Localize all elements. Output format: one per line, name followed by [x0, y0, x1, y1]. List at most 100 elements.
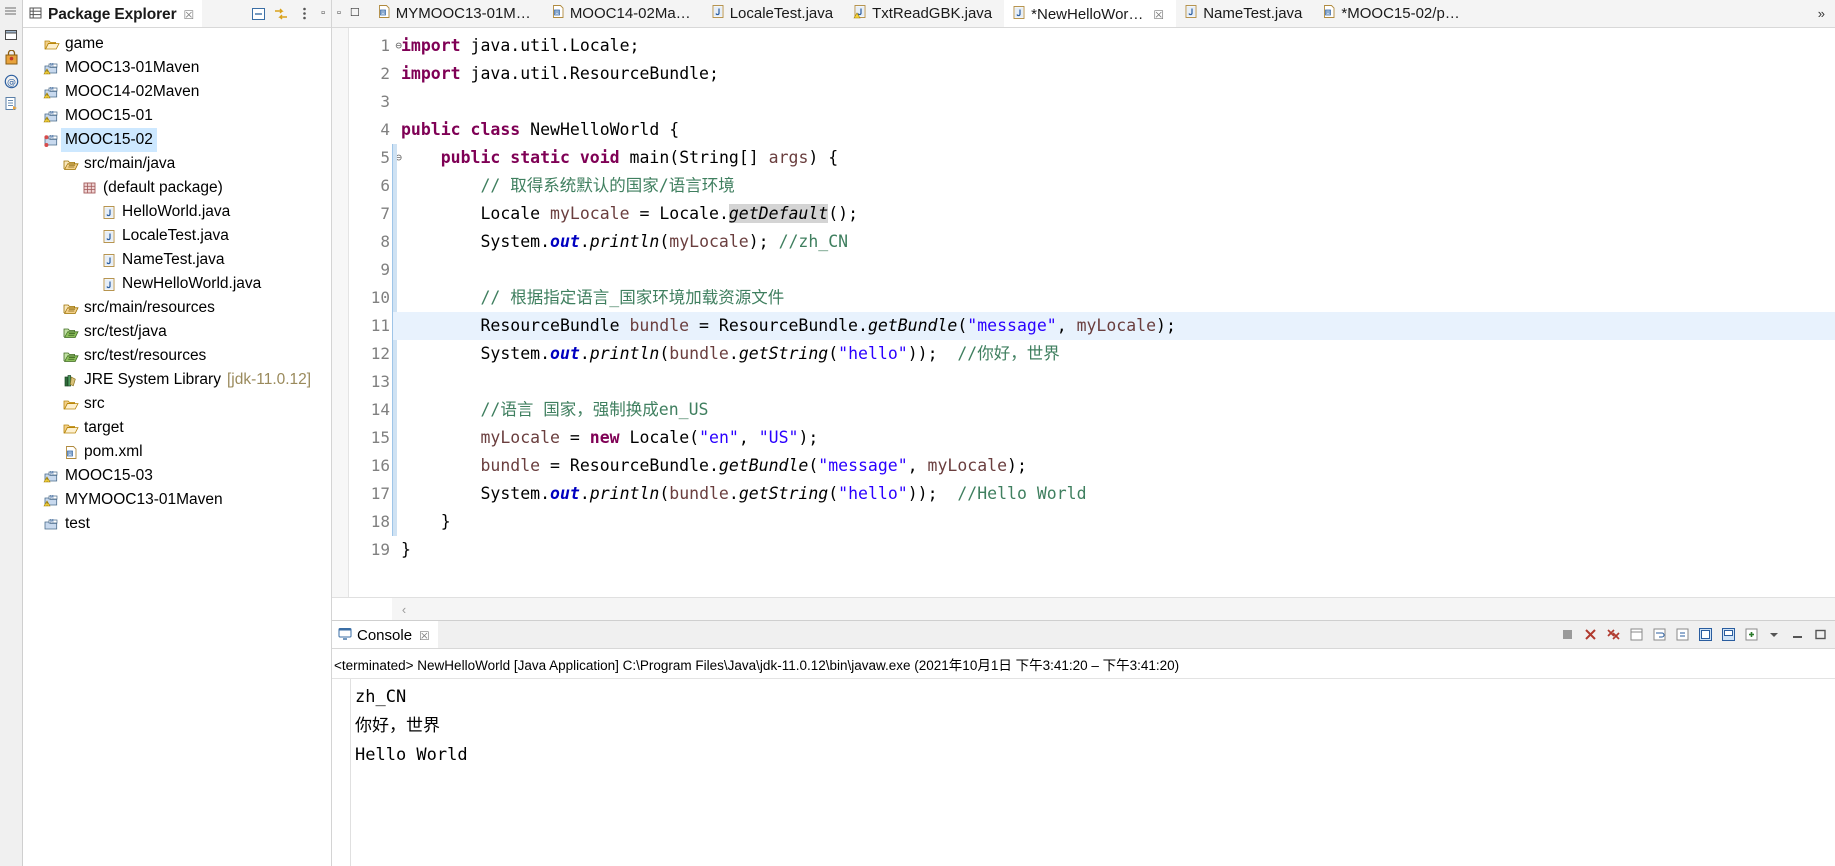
code-editor[interactable]: 1 ⊖ 2 3 4 5 ⊖ 6 7 8 9 10 11 12 13 14 15 16 17 18 19 import j… — [332, 28, 1835, 597]
collapse-all-icon[interactable] — [250, 6, 266, 22]
editor-tab-mymooc13-01m-[interactable]: M MYMOOC13-01M… — [369, 0, 543, 27]
maximize-icon[interactable] — [1812, 626, 1829, 643]
code-line[interactable] — [393, 368, 1835, 396]
tree-item-src-main-java[interactable]: src/main/java — [23, 152, 331, 176]
package-explorer-icon — [29, 6, 43, 24]
tree-item-src-main-resources[interactable]: src/main/resources — [23, 296, 331, 320]
tree-item-target[interactable]: target — [23, 416, 331, 440]
code-line[interactable]: public class NewHelloWorld { — [393, 116, 1835, 144]
tree-item-newhelloworld-java[interactable]: NewHelloWorld.java — [23, 272, 331, 296]
code-line[interactable]: //语言 国家，强制换成en_US — [393, 396, 1835, 424]
code-line[interactable]: } — [393, 508, 1835, 536]
svg-text:M: M — [1327, 10, 1331, 16]
code-line[interactable]: System.out.println(bundle.getString("hel… — [393, 340, 1835, 368]
tab-console[interactable]: Console ☒ — [332, 621, 438, 648]
code-line[interactable] — [393, 88, 1835, 116]
remove-all-icon[interactable] — [1605, 626, 1622, 643]
view-menu-icon[interactable] — [296, 6, 312, 22]
code-line[interactable]: // 根据指定语言_国家环境加载资源文件 — [393, 284, 1835, 312]
restore-perspective-icon[interactable] — [2, 25, 20, 45]
tree-item-nametest-java[interactable]: NameTest.java — [23, 248, 331, 272]
code-line[interactable]: System.out.println(bundle.getString("hel… — [393, 480, 1835, 508]
scroll-left-icon[interactable]: ‹ — [392, 602, 416, 617]
tree-item-jre-system-library[interactable]: JRE System Library [jdk-11.0.12] — [23, 368, 331, 392]
tree-item-test[interactable]: Mtest — [23, 512, 331, 536]
close-icon[interactable]: ☒ — [419, 629, 430, 643]
java-file-icon — [1184, 4, 1198, 23]
tree-item-pom-xml[interactable]: Mpom.xml — [23, 440, 331, 464]
editor-tab--mooc15-02-p-[interactable]: M *MOOC15-02/p… — [1314, 0, 1471, 27]
tree-item-src-test-resources[interactable]: src/test/resources — [23, 344, 331, 368]
editor-tab-mooc14-02ma-[interactable]: M MOOC14-02Ma… — [543, 0, 703, 27]
editor-tab-localetest-java[interactable]: LocaleTest.java — [703, 0, 845, 27]
security-icon[interactable] — [2, 48, 20, 68]
code-line[interactable]: Locale myLocale = Locale.getDefault(); — [393, 200, 1835, 228]
tree-item-game[interactable]: game — [23, 32, 331, 56]
tab-package-explorer[interactable]: Package Explorer ☒ — [23, 0, 203, 27]
link-with-editor-icon[interactable] — [273, 6, 289, 22]
code-line[interactable]: import java.util.Locale; — [393, 32, 1835, 60]
editor-tab-txtreadgbk-java[interactable]: TxtReadGBK.java — [845, 0, 1004, 27]
terminate-icon[interactable] — [1559, 626, 1576, 643]
code-line[interactable]: public static void main(String[] args) { — [393, 144, 1835, 172]
outline-icon[interactable] — [2, 94, 20, 114]
code-line[interactable]: ResourceBundle bundle = ResourceBundle.g… — [393, 312, 1835, 340]
tree-item-mooc15-01[interactable]: M! MOOC15-01 — [23, 104, 331, 128]
xml-file-icon: M — [1322, 4, 1336, 23]
svg-text:!: ! — [46, 117, 48, 122]
tree-item-mooc15-03[interactable]: M! MOOC15-03 — [23, 464, 331, 488]
tree-item-src[interactable]: src — [23, 392, 331, 416]
tree-item-mooc14-02maven[interactable]: M! MOOC14-02Maven — [23, 80, 331, 104]
code-line[interactable] — [393, 256, 1835, 284]
editor-tab-label: *MOOC15-02/p… — [1341, 5, 1460, 22]
java-file-icon — [99, 205, 118, 220]
annotation-ruler[interactable] — [332, 28, 349, 597]
console-output[interactable]: zh_CN 你好，世界 Hello World — [351, 679, 1835, 866]
source-code[interactable]: import java.util.Locale; import java.util… — [393, 28, 1835, 597]
code-line[interactable]: // 取得系统默认的国家/语言环境 — [393, 172, 1835, 200]
close-icon[interactable]: ☒ — [1153, 8, 1164, 22]
maximize-icon[interactable]: ☐ — [350, 8, 360, 19]
tree-item-mooc13-01maven[interactable]: M! MOOC13-01Maven — [23, 56, 331, 80]
tree-item-mymooc13-01maven[interactable]: M! MYMOOC13-01Maven — [23, 488, 331, 512]
tree-item-localetest-java[interactable]: LocaleTest.java — [23, 224, 331, 248]
editor-horizontal-scrollbar[interactable]: ‹ — [332, 597, 1835, 620]
new-console-icon[interactable] — [1743, 626, 1760, 643]
minimize-icon[interactable]: ▫ — [321, 8, 325, 19]
view-menu-icon[interactable] — [1766, 626, 1783, 643]
code-line[interactable]: } — [393, 536, 1835, 564]
code-line[interactable]: myLocale = new Locale("en", "US"); — [393, 424, 1835, 452]
editor-tab-nametest-java[interactable]: NameTest.java — [1176, 0, 1314, 27]
tree-item-label: game — [65, 35, 104, 52]
code-line[interactable]: import java.util.ResourceBundle; — [393, 60, 1835, 88]
scroll-lock-icon[interactable] — [1674, 626, 1691, 643]
tree-item-label: test — [65, 515, 90, 532]
overview-icon[interactable] — [2, 2, 20, 22]
console-toolbar — [1559, 621, 1835, 648]
minimize-icon[interactable] — [1789, 626, 1806, 643]
code-line[interactable]: System.out.println(myLocale); //zh_CN — [393, 228, 1835, 256]
source-folder-green-icon — [61, 350, 80, 363]
code-line[interactable]: bundle = ResourceBundle.getBundle("messa… — [393, 452, 1835, 480]
close-icon[interactable]: ☒ — [184, 8, 195, 22]
tree-item--default-package-[interactable]: (default package) — [23, 176, 331, 200]
remove-launch-icon[interactable] — [1582, 626, 1599, 643]
annotation-icon[interactable]: @ — [2, 71, 20, 91]
editor-tab--newhellowor-[interactable]: *NewHelloWor… ☒ — [1004, 0, 1177, 27]
java-warn-file-icon — [853, 4, 867, 23]
word-wrap-icon[interactable] — [1651, 626, 1668, 643]
tree-item-src-test-java[interactable]: src/test/java — [23, 320, 331, 344]
minimize-icon[interactable]: ▫ — [337, 8, 341, 19]
console-output-line: zh_CN — [355, 687, 407, 707]
tree-item-mooc15-02[interactable]: M MOOC15-02 — [23, 128, 331, 152]
tree-item-helloworld-java[interactable]: HelloWorld.java — [23, 200, 331, 224]
tree-item-label: pom.xml — [84, 443, 143, 460]
tree-item-label: src/test/java — [84, 323, 167, 340]
project-tree[interactable]: game M! MOOC13-01Maven M! MOOC14-02Maven M! MO… — [23, 28, 331, 866]
display-console-icon[interactable] — [1720, 626, 1737, 643]
line-number: 10 — [370, 288, 390, 307]
editor-tab-overflow-icon[interactable]: » — [1808, 0, 1835, 27]
java-file-icon — [99, 229, 118, 244]
pin-console-icon[interactable] — [1697, 626, 1714, 643]
open-console-icon[interactable] — [1628, 626, 1645, 643]
